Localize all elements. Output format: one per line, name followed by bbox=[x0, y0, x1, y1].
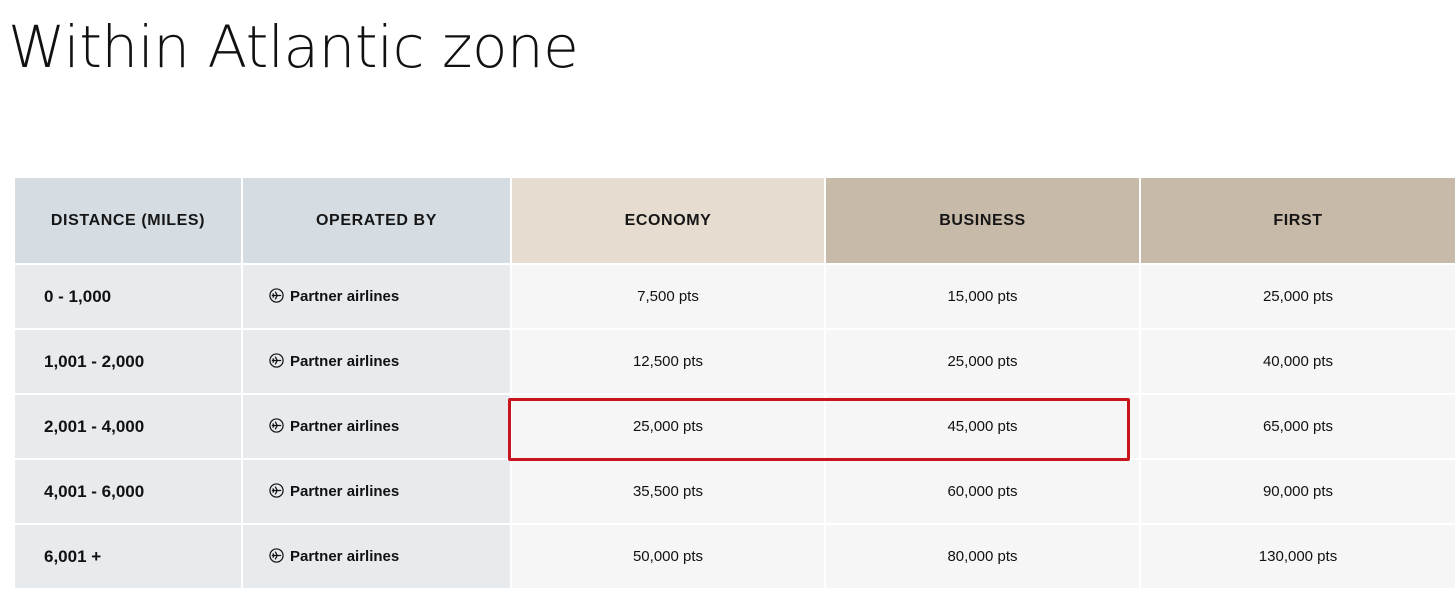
plane-circle-icon bbox=[269, 418, 284, 433]
plane-circle-icon bbox=[269, 548, 284, 563]
plane-circle-icon bbox=[269, 353, 284, 368]
economy-price-cell: 7,500 pts bbox=[511, 264, 826, 330]
table-row: 1,001 - 2,000 Partner airlines 12,500 pt… bbox=[15, 329, 1456, 395]
business-price-cell: 60,000 pts bbox=[825, 459, 1141, 525]
operator-label: Partner airlines bbox=[290, 548, 400, 565]
operator-label: Partner airlines bbox=[290, 288, 400, 305]
operator-cell: Partner airlines bbox=[242, 394, 512, 460]
first-price-cell: 25,000 pts bbox=[1140, 264, 1456, 330]
operator-cell: Partner airlines bbox=[242, 329, 512, 395]
distance-cell: 0 - 1,000 bbox=[15, 264, 243, 330]
distance-cell: 4,001 - 6,000 bbox=[15, 459, 243, 525]
distance-cell: 1,001 - 2,000 bbox=[15, 329, 243, 395]
table-header-row: DISTANCE (MILES) OPERATED BY ECONOMY BUS… bbox=[15, 178, 1456, 265]
business-price-cell: 15,000 pts bbox=[825, 264, 1141, 330]
table-row: 6,001 + Partner airlines 50,000 pts 80,0… bbox=[15, 524, 1456, 590]
header-business: BUSINESS bbox=[825, 178, 1141, 265]
award-chart-table: DISTANCE (MILES) OPERATED BY ECONOMY BUS… bbox=[15, 178, 1456, 590]
table-row: 0 - 1,000 Partner airlines 7,500 pts 15,… bbox=[15, 264, 1456, 330]
economy-price-cell: 25,000 pts bbox=[511, 394, 826, 460]
economy-price-cell: 50,000 pts bbox=[511, 524, 826, 590]
operator-cell: Partner airlines bbox=[242, 459, 512, 525]
business-price-cell: 45,000 pts bbox=[825, 394, 1141, 460]
header-economy: ECONOMY bbox=[511, 178, 826, 265]
business-price-cell: 25,000 pts bbox=[825, 329, 1141, 395]
business-price-cell: 80,000 pts bbox=[825, 524, 1141, 590]
table-row: 4,001 - 6,000 Partner airlines 35,500 pt… bbox=[15, 459, 1456, 525]
plane-circle-icon bbox=[269, 483, 284, 498]
header-operated-by: OPERATED BY bbox=[242, 178, 512, 265]
first-price-cell: 90,000 pts bbox=[1140, 459, 1456, 525]
operator-cell: Partner airlines bbox=[242, 524, 512, 590]
first-price-cell: 40,000 pts bbox=[1140, 329, 1456, 395]
page-title: Within Atlantic zone bbox=[8, 13, 579, 81]
first-price-cell: 130,000 pts bbox=[1140, 524, 1456, 590]
plane-circle-icon bbox=[269, 288, 284, 303]
operator-label: Partner airlines bbox=[290, 418, 400, 435]
first-price-cell: 65,000 pts bbox=[1140, 394, 1456, 460]
operator-cell: Partner airlines bbox=[242, 264, 512, 330]
economy-price-cell: 35,500 pts bbox=[511, 459, 826, 525]
header-distance: DISTANCE (MILES) bbox=[15, 178, 243, 265]
operator-label: Partner airlines bbox=[290, 353, 400, 370]
operator-label: Partner airlines bbox=[290, 483, 400, 500]
distance-cell: 6,001 + bbox=[15, 524, 243, 590]
distance-cell: 2,001 - 4,000 bbox=[15, 394, 243, 460]
economy-price-cell: 12,500 pts bbox=[511, 329, 826, 395]
header-first: FIRST bbox=[1140, 178, 1456, 265]
table-row: 2,001 - 4,000 Partner airlines 25,000 pt… bbox=[15, 394, 1456, 460]
